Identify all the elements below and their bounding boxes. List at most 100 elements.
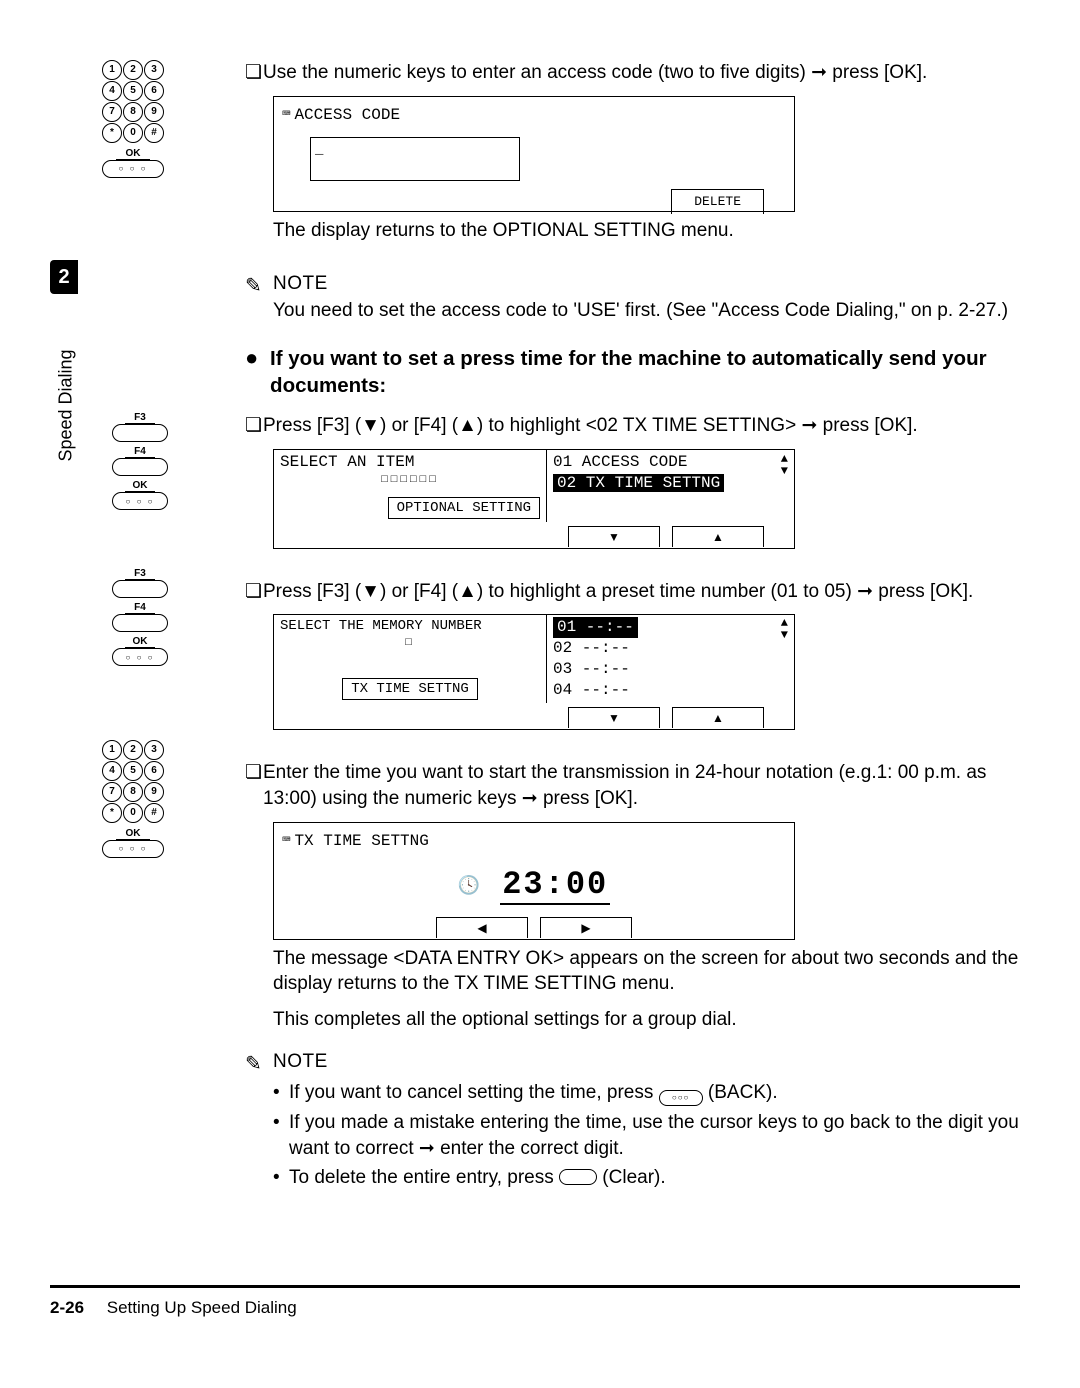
step-caption: The display returns to the OPTIONAL SETT… bbox=[273, 218, 1020, 244]
key: 5 bbox=[123, 761, 143, 781]
key-star: * bbox=[102, 123, 122, 143]
f3-button-icon-b bbox=[112, 580, 168, 598]
key-1: 1 bbox=[102, 60, 122, 80]
list-marker-icon: ❏ bbox=[245, 60, 263, 86]
lcd-list-item: 04 --:-- bbox=[553, 680, 788, 701]
left-arrow-button: ◀ bbox=[436, 917, 528, 938]
key-5: 5 bbox=[123, 81, 143, 101]
footer-title: Setting Up Speed Dialing bbox=[107, 1298, 297, 1317]
f4-label-b: F4 bbox=[125, 602, 155, 614]
key-9: 9 bbox=[144, 102, 164, 122]
section-heading: ● If you want to set a press time for th… bbox=[245, 346, 1020, 399]
ok-button-icon-2: ○ ○ ○ bbox=[112, 492, 168, 510]
f3-label-b: F3 bbox=[125, 568, 155, 580]
chapter-title: Speed Dialing bbox=[56, 349, 77, 461]
ok-label-3: OK bbox=[125, 636, 155, 648]
key-7: 7 bbox=[102, 102, 122, 122]
scroll-icon: ▲▼ bbox=[781, 617, 788, 641]
key: 7 bbox=[102, 782, 122, 802]
key: 3 bbox=[144, 740, 164, 760]
step-text: Press [F3] (▼) or [F4] (▲) to highlight … bbox=[263, 579, 1020, 605]
key: 1 bbox=[102, 740, 122, 760]
note-body-list: If you want to cancel setting the time, … bbox=[273, 1080, 1020, 1191]
lcd-left-title: SELECT THE MEMORY NUMBER bbox=[280, 618, 540, 634]
list-marker-icon: ❏ bbox=[245, 413, 263, 439]
step-text: Press [F3] (▼) or [F4] (▲) to highlight … bbox=[263, 413, 1020, 439]
keyboard-icon: ⌨ bbox=[282, 106, 290, 123]
key-0: 0 bbox=[123, 123, 143, 143]
key: 0 bbox=[123, 803, 143, 823]
ok-label: OK bbox=[116, 149, 150, 160]
note-label: NOTE bbox=[273, 1051, 328, 1073]
lcd-access-code: ⌨ ACCESS CODE _ DELETE bbox=[273, 96, 795, 212]
lcd-list-item-selected: 02 TX TIME SETTNG bbox=[553, 474, 724, 492]
key-6: 6 bbox=[144, 81, 164, 101]
note-list-item: If you want to cancel setting the time, … bbox=[273, 1080, 1020, 1106]
f4-button-icon bbox=[112, 458, 168, 476]
lcd-delete-button: DELETE bbox=[671, 189, 764, 214]
lcd-list-item: 02 --:-- bbox=[553, 638, 788, 659]
key: # bbox=[144, 803, 164, 823]
step-enter-time: ❏ Enter the time you want to start the t… bbox=[245, 760, 1020, 1032]
lcd-input-field: _ bbox=[310, 137, 520, 181]
ok-button-icon-4: ○ ○ ○ bbox=[102, 840, 164, 858]
note-1: ✎ NOTE bbox=[245, 273, 1020, 298]
fkey-graphic-1: F3 F4 OK○ ○ ○ bbox=[100, 412, 180, 514]
ok-button-icon-3: ○ ○ ○ bbox=[112, 648, 168, 666]
key-hash: # bbox=[144, 123, 164, 143]
note-label: NOTE bbox=[273, 273, 328, 295]
note-list-item: If you made a mistake entering the time,… bbox=[273, 1110, 1020, 1161]
key-8: 8 bbox=[123, 102, 143, 122]
lcd-left-label-box: TX TIME SETTNG bbox=[342, 678, 478, 700]
step-access-code: ❏ Use the numeric keys to enter an acces… bbox=[245, 60, 1020, 243]
step-txtime-select: ❏ Press [F3] (▼) or [F4] (▲) to highligh… bbox=[245, 413, 1020, 549]
lcd-boxes-icon: □ bbox=[280, 637, 540, 649]
clock-icon: 🕓 bbox=[458, 875, 480, 897]
ok-label-4: OK bbox=[116, 829, 150, 840]
caption-1: The message <DATA ENTRY OK> appears on t… bbox=[273, 946, 1020, 997]
ok-button-icon: ○ ○ ○ bbox=[102, 160, 164, 178]
footer-rule bbox=[50, 1285, 1020, 1288]
page-number: 2-26 bbox=[50, 1298, 84, 1317]
lcd-txtime-select: SELECT AN ITEM □□□□□□ OPTIONAL SETTING ▲… bbox=[273, 449, 795, 549]
key-2: 2 bbox=[123, 60, 143, 80]
keyboard-icon: ⌨ bbox=[282, 832, 290, 849]
lcd-list-item: 01 ACCESS CODE bbox=[553, 453, 687, 471]
down-arrow-button: ▼ bbox=[568, 707, 660, 728]
key: 6 bbox=[144, 761, 164, 781]
chapter-tab: 2 Speed Dialing bbox=[50, 260, 80, 460]
lcd-list-item-selected: 01 --:-- bbox=[553, 617, 638, 638]
key: 4 bbox=[102, 761, 122, 781]
key: * bbox=[102, 803, 122, 823]
f3-label: F3 bbox=[125, 412, 155, 424]
lcd-time-value: 23:00 bbox=[500, 866, 610, 905]
lcd-memnum-select: SELECT THE MEMORY NUMBER □ TX TIME SETTN… bbox=[273, 614, 795, 730]
up-arrow-button: ▲ bbox=[672, 526, 764, 547]
keypad-graphic-2: 123 456 789 *0# OK ○ ○ ○ bbox=[83, 740, 183, 860]
lcd-enter-time: ⌨ TX TIME SETTNG 🕓 23:00 ◀ ▶ bbox=[273, 822, 795, 940]
note-body: You need to set the access code to 'USE'… bbox=[273, 298, 1020, 324]
lcd-list-item: 03 --:-- bbox=[553, 659, 788, 680]
right-arrow-button: ▶ bbox=[540, 917, 632, 938]
f3-button-icon bbox=[112, 424, 168, 442]
back-button-icon: ○○○ bbox=[659, 1090, 703, 1106]
caption-2: This completes all the optional settings… bbox=[273, 1007, 1020, 1033]
list-marker-icon: ❏ bbox=[245, 760, 263, 786]
lcd-left-label-box: OPTIONAL SETTING bbox=[388, 497, 540, 519]
lcd-title: TX TIME SETTNG bbox=[294, 832, 428, 850]
step-text: Use the numeric keys to enter an access … bbox=[263, 60, 1020, 86]
ok-label-2: OK bbox=[125, 480, 155, 492]
key: 9 bbox=[144, 782, 164, 802]
key: 8 bbox=[123, 782, 143, 802]
scroll-icon: ▲▼ bbox=[781, 453, 788, 477]
down-arrow-button: ▼ bbox=[568, 526, 660, 547]
step-text: Enter the time you want to start the tra… bbox=[263, 760, 1020, 811]
note-list-item: To delete the entire entry, press (Clear… bbox=[273, 1165, 1020, 1191]
f4-button-icon-b bbox=[112, 614, 168, 632]
key-4: 4 bbox=[102, 81, 122, 101]
keypad-graphic-1: 123 456 789 *0# OK ○ ○ ○ bbox=[83, 60, 183, 180]
up-arrow-button: ▲ bbox=[672, 707, 764, 728]
footer: 2-26 Setting Up Speed Dialing bbox=[50, 1298, 297, 1318]
clear-button-icon bbox=[559, 1169, 597, 1185]
step-memnum-select: ❏ Press [F3] (▼) or [F4] (▲) to highligh… bbox=[245, 579, 1020, 731]
